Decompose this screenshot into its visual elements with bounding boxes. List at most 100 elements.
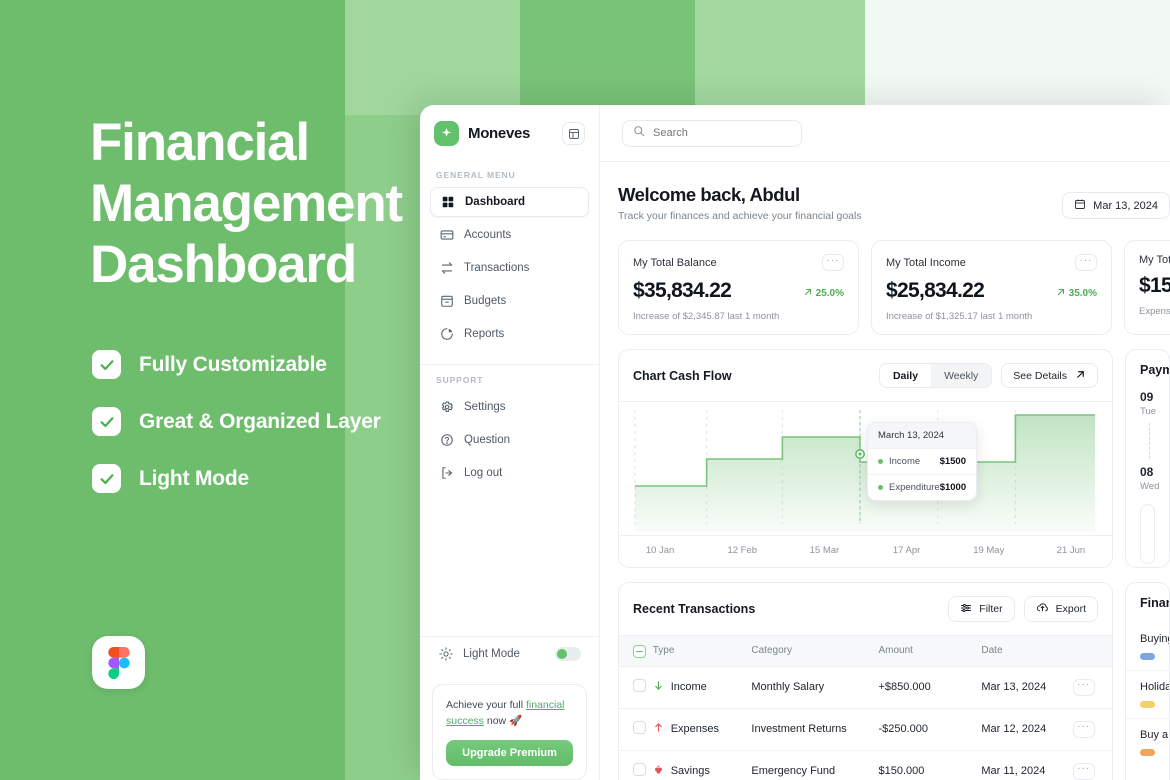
upgrade-card-text: Achieve your full financial success now … xyxy=(446,697,573,729)
row-type-cell: Income xyxy=(652,666,752,709)
sidebar-item-accounts[interactable]: Accounts xyxy=(430,220,589,250)
row-type-content: Savings xyxy=(653,764,752,778)
payment-day-number: 09 xyxy=(1140,390,1154,404)
more-horizontal-icon[interactable]: ··· xyxy=(1072,720,1095,738)
chart-title: Chart Cash Flow xyxy=(633,368,732,383)
stat-card-value-row: $35,834.22 25.0% xyxy=(633,279,844,303)
row-type-cell: Expenses xyxy=(652,708,752,751)
sidebar-item-reports[interactable]: Reports xyxy=(430,319,589,349)
legend-dot-income xyxy=(878,459,883,464)
stat-card-row: My Total Balance ··· $35,834.22 25.0% In… xyxy=(618,240,1170,335)
column-header-category: Category xyxy=(751,635,879,667)
color-band-4 xyxy=(865,0,1170,115)
goal-label: Holiday xyxy=(1140,681,1169,693)
row-category-cell: Investment Returns xyxy=(751,708,879,751)
chart-tooltip-date: March 13, 2024 xyxy=(868,423,976,448)
payment-day-number: 08 xyxy=(1140,465,1154,479)
table-row[interactable]: Expenses Investment Returns -$250.000 Ma… xyxy=(619,708,1112,751)
transactions-table: Type Category Amount Date Income Monthly… xyxy=(619,635,1112,780)
sun-icon xyxy=(438,646,453,661)
light-mode-toggle[interactable] xyxy=(555,646,581,661)
check-icon xyxy=(92,407,121,436)
goal-item[interactable]: Buy a r xyxy=(1126,718,1169,766)
tab-daily[interactable]: Daily xyxy=(879,364,932,387)
row-amount-cell: +$850.000 xyxy=(878,666,982,709)
goal-label: Buying xyxy=(1140,633,1169,645)
row-category-cell: Monthly Salary xyxy=(751,666,879,709)
row-checkbox[interactable] xyxy=(633,763,646,777)
arrow-up-right-icon xyxy=(1056,287,1066,300)
more-horizontal-icon[interactable]: ··· xyxy=(822,254,844,271)
transactions-actions: Filter Export xyxy=(948,596,1098,622)
more-horizontal-icon[interactable]: ··· xyxy=(1072,678,1095,696)
row-actions-cell: ··· xyxy=(1072,708,1112,751)
tab-weekly[interactable]: Weekly xyxy=(931,364,992,387)
sidebar-section-general-label: GENERAL MENU xyxy=(436,170,516,180)
sidebar-item-transactions[interactable]: Transactions xyxy=(430,253,589,283)
screenshot-root: Financial Management Dashboard Fully Cus… xyxy=(0,0,1170,780)
goal-item[interactable]: Holiday xyxy=(1126,670,1169,718)
chart-area-fill xyxy=(634,415,1096,532)
table-row[interactable]: Income Monthly Salary +$850.000 Mar 13, … xyxy=(619,666,1112,709)
sidebar-item-dashboard[interactable]: Dashboard xyxy=(430,187,589,217)
sidebar-item-question[interactable]: Question xyxy=(430,425,589,455)
sidebar-item-logout[interactable]: Log out xyxy=(430,458,589,488)
upgrade-text-after: now 🚀 xyxy=(483,715,523,727)
sidebar-header: Moneves xyxy=(420,105,599,160)
search-icon xyxy=(633,124,645,142)
search-input[interactable] xyxy=(653,127,773,139)
search-box[interactable] xyxy=(622,119,802,147)
sidebar-item-label: Reports xyxy=(464,328,505,340)
payment-day-connector xyxy=(1149,423,1150,459)
light-mode-row[interactable]: Light Mode xyxy=(420,636,599,670)
goal-progress-bar xyxy=(1140,701,1155,708)
calendar-icon xyxy=(1074,198,1086,213)
page-title: Welcome back, Abdul xyxy=(618,184,800,205)
stat-card-title: My Total Income xyxy=(886,256,966,269)
payment-day-item[interactable]: 08 Wed xyxy=(1126,465,1169,492)
stat-card-title: My Total Balance xyxy=(633,256,717,269)
payment-day-item[interactable]: 09 Tue xyxy=(1126,390,1169,459)
table-row[interactable]: Savings Emergency Fund $150.000 Mar 11, … xyxy=(619,750,1112,780)
export-button[interactable]: Export xyxy=(1023,596,1098,622)
chart-tooltip-value: $1000 xyxy=(939,482,967,493)
goals-card-title: Financ xyxy=(1140,596,1169,610)
sparkle-icon xyxy=(434,121,459,146)
column-header-actions xyxy=(1072,635,1112,667)
row-checkbox[interactable] xyxy=(633,721,646,735)
stat-card-value-row: $25,834.22 35.0% xyxy=(886,279,1097,303)
x-tick-label: 15 Mar xyxy=(809,545,840,556)
more-horizontal-icon[interactable]: ··· xyxy=(1075,254,1097,271)
promo-feature-label: Fully Customizable xyxy=(139,352,327,376)
payment-day-weekday: Wed xyxy=(1140,481,1160,492)
select-all-checkbox[interactable] xyxy=(633,644,646,658)
pie-chart-icon xyxy=(439,327,454,342)
sidebar-item-settings[interactable]: Settings xyxy=(430,392,589,422)
payment-schedule-card: Payme 09 Tue 08 Wed xyxy=(1125,349,1170,568)
filter-button[interactable]: Filter xyxy=(948,596,1015,622)
stat-card-delta-label: 25.0% xyxy=(815,288,844,299)
sliders-icon xyxy=(960,602,972,617)
goal-item[interactable]: Buying xyxy=(1126,623,1169,670)
stat-card-delta-label: 35.0% xyxy=(1068,288,1097,299)
sidebar-item-budgets[interactable]: Budgets xyxy=(430,286,589,316)
row-checkbox[interactable] xyxy=(633,679,646,693)
row-type-cell: Savings xyxy=(652,750,752,780)
panel-layout-icon[interactable] xyxy=(562,122,585,145)
row-select-cell xyxy=(619,666,653,709)
more-horizontal-icon[interactable]: ··· xyxy=(1072,762,1095,780)
upgrade-premium-button[interactable]: Upgrade Premium xyxy=(446,740,573,766)
goal-progress-bar xyxy=(1140,749,1155,756)
payment-placeholder-box xyxy=(1140,504,1155,564)
date-picker[interactable]: Mar 13, 2024 xyxy=(1062,192,1170,219)
see-details-button[interactable]: See Details xyxy=(1001,363,1098,388)
archive-icon xyxy=(439,294,454,309)
row-select-cell xyxy=(619,750,653,780)
arrow-down-icon xyxy=(653,680,664,694)
row-date-cell: Mar 12, 2024 xyxy=(981,708,1073,751)
stat-card-header: My Total Income ··· xyxy=(886,254,1097,271)
sidebar-item-label: Settings xyxy=(464,401,506,413)
transactions-title: Recent Transactions xyxy=(633,602,756,616)
stat-card-delta: 35.0% xyxy=(1056,287,1097,300)
